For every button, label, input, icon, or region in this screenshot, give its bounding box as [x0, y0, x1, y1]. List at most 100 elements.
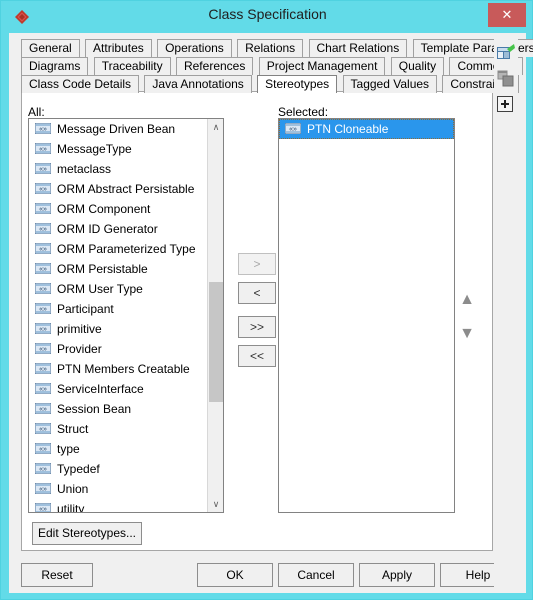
move-down-icon[interactable]: ▼: [457, 325, 477, 343]
stereotype-guillemet-icon: «»: [34, 180, 52, 195]
list-item-label: ORM User Type: [57, 282, 143, 296]
list-item-label: metaclass: [57, 162, 112, 176]
stereotype-guillemet-icon: «»: [34, 500, 52, 512]
tab-quality[interactable]: Quality: [390, 57, 445, 75]
tab-references[interactable]: References: [175, 57, 254, 75]
reset-button[interactable]: Reset: [21, 563, 93, 587]
stereotype-guillemet-icon: «»: [34, 340, 52, 355]
list-item[interactable]: «» Typedef: [29, 459, 206, 479]
tab-stereotypes[interactable]: Stereotypes: [257, 75, 338, 93]
list-item[interactable]: «» ORM Component: [29, 199, 206, 219]
list-item-label: Provider: [57, 342, 102, 356]
stereotype-guillemet-icon: «»: [34, 140, 52, 155]
list-item-label: Message Driven Bean: [57, 122, 176, 136]
selected-list-label: Selected:: [278, 105, 329, 119]
scroll-down-icon[interactable]: ∨: [208, 496, 223, 512]
svg-text:«»: «»: [39, 126, 47, 133]
list-item[interactable]: «» Union: [29, 479, 206, 499]
list-item[interactable]: «» ORM ID Generator: [29, 219, 206, 239]
list-item-label: ORM ID Generator: [57, 222, 158, 236]
tab-relations[interactable]: Relations: [237, 39, 304, 57]
stereotype-guillemet-icon: «»: [34, 300, 52, 315]
stereotype-guillemet-icon: «»: [34, 480, 52, 495]
list-item[interactable]: «» ORM User Type: [29, 279, 206, 299]
tab-java-annotations[interactable]: Java Annotations: [144, 75, 252, 93]
tab-general[interactable]: General: [21, 39, 80, 57]
svg-text:«»: «»: [39, 246, 47, 253]
list-item[interactable]: «» ORM Parameterized Type: [29, 239, 206, 259]
edit-stereotypes-button[interactable]: Edit Stereotypes...: [32, 522, 142, 545]
svg-text:«»: «»: [39, 186, 47, 193]
cancel-button[interactable]: Cancel: [278, 563, 354, 587]
list-item[interactable]: «» MessageType: [29, 139, 206, 159]
stereotype-guillemet-icon: «»: [34, 240, 52, 255]
tab-row-2: Diagrams Traceability References Project…: [21, 57, 525, 75]
chart-new-icon[interactable]: [496, 43, 516, 63]
all-stereotypes-list[interactable]: «» Message Driven Bean «» MessageType «» meta…: [28, 118, 224, 513]
list-item[interactable]: «» Session Bean: [29, 399, 206, 419]
add-all-button[interactable]: >>: [238, 316, 276, 338]
list-item[interactable]: «» ORM Abstract Persistable: [29, 179, 206, 199]
stereotype-guillemet-icon: «»: [34, 200, 52, 215]
class-specification-dialog: Class Specification ✕ General Attributes…: [0, 0, 533, 600]
close-icon[interactable]: ✕: [488, 3, 526, 27]
tab-project-management[interactable]: Project Management: [258, 57, 386, 75]
list-item[interactable]: «» Struct: [29, 419, 206, 439]
svg-text:«»: «»: [39, 306, 47, 313]
selected-list-items: «» PTN Cloneable: [279, 119, 454, 512]
tab-operations[interactable]: Operations: [157, 39, 232, 57]
stereotype-guillemet-icon: «»: [34, 160, 52, 175]
list-item-label: MessageType: [57, 142, 132, 156]
list-item[interactable]: «» Message Driven Bean: [29, 119, 206, 139]
svg-text:«»: «»: [39, 226, 47, 233]
stereotype-guillemet-icon: «»: [34, 280, 52, 295]
tab-class-code-details[interactable]: Class Code Details: [21, 75, 140, 93]
scroll-up-icon[interactable]: ∧: [208, 119, 223, 135]
list-item[interactable]: «» PTN Members Creatable: [29, 359, 206, 379]
remove-all-button[interactable]: <<: [238, 345, 276, 367]
svg-text:«»: «»: [39, 386, 47, 393]
tab-diagrams[interactable]: Diagrams: [21, 57, 89, 75]
selected-stereotypes-list[interactable]: «» PTN Cloneable: [278, 118, 455, 513]
svg-text:«»: «»: [39, 506, 47, 512]
tab-row-3: Class Code Details Java Annotations Ster…: [21, 75, 521, 93]
tab-tagged-values[interactable]: Tagged Values: [342, 75, 438, 93]
copy-shapes-icon[interactable]: [496, 69, 516, 89]
move-up-icon[interactable]: ▲: [457, 291, 477, 309]
plus-glyph: [497, 96, 513, 112]
ok-button[interactable]: OK: [197, 563, 273, 587]
svg-text:«»: «»: [39, 206, 47, 213]
list-item-label: ORM Parameterized Type: [57, 242, 196, 256]
add-button[interactable]: >: [238, 253, 276, 275]
stereotype-guillemet-icon: «»: [34, 440, 52, 455]
list-item-label: Session Bean: [57, 402, 132, 416]
list-item[interactable]: «» metaclass: [29, 159, 206, 179]
list-item-label: ORM Persistable: [57, 262, 148, 276]
svg-text:«»: «»: [39, 406, 47, 413]
svg-text:«»: «»: [39, 146, 47, 153]
svg-text:«»: «»: [39, 366, 47, 373]
stereotype-guillemet-icon: «»: [34, 220, 52, 235]
all-list-scrollbar[interactable]: ∧ ∨: [207, 119, 223, 512]
svg-text:«»: «»: [39, 486, 47, 493]
list-item[interactable]: «» type: [29, 439, 206, 459]
list-item[interactable]: «» ORM Persistable: [29, 259, 206, 279]
tab-traceability[interactable]: Traceability: [93, 57, 171, 75]
list-item-label: ServiceInterface: [57, 382, 144, 396]
tab-attributes[interactable]: Attributes: [85, 39, 152, 57]
apply-button[interactable]: Apply: [359, 563, 435, 587]
list-item[interactable]: «» primitive: [29, 319, 206, 339]
remove-button[interactable]: <: [238, 282, 276, 304]
list-item[interactable]: «» utility: [29, 499, 206, 512]
scrollbar-thumb[interactable]: [209, 282, 223, 402]
list-item[interactable]: «» Participant: [29, 299, 206, 319]
all-list-label: All:: [28, 105, 45, 119]
list-item-label: PTN Members Creatable: [57, 362, 190, 376]
tab-chart-relations[interactable]: Chart Relations: [308, 39, 408, 57]
add-plus-icon[interactable]: [496, 95, 516, 115]
list-item[interactable]: «» ServiceInterface: [29, 379, 206, 399]
svg-text:«»: «»: [39, 346, 47, 353]
list-item[interactable]: «» Provider: [29, 339, 206, 359]
list-item[interactable]: «» PTN Cloneable: [279, 119, 454, 139]
stereotype-guillemet-icon: «»: [34, 380, 52, 395]
